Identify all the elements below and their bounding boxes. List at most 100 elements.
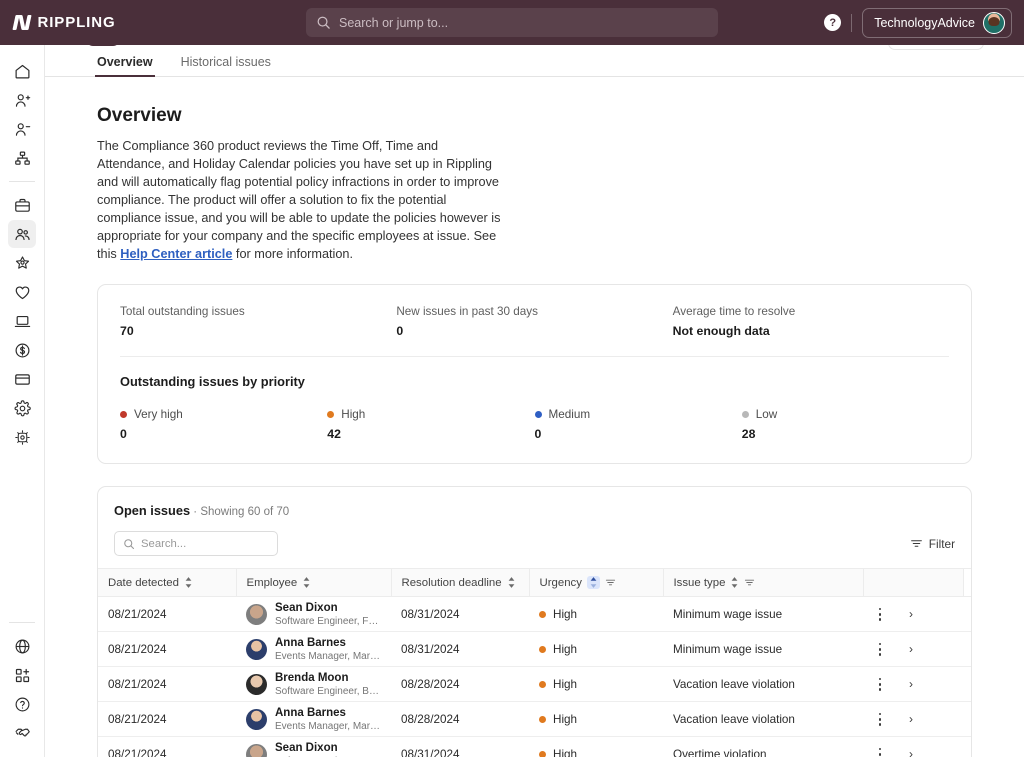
sidebar-item-add-app[interactable] <box>8 661 36 689</box>
column-header-issue-type[interactable]: Issue type <box>663 568 864 598</box>
priority-low: Low 28 <box>741 408 949 441</box>
sidebar-item-home[interactable] <box>8 57 36 85</box>
table-row[interactable]: 08/21/2024 Anna Barnes Events Manager, Mar… <box>98 701 971 738</box>
cell-date-detected: 08/21/2024 <box>98 736 236 757</box>
sidebar-item-recruiting[interactable] <box>8 191 36 219</box>
filter-label: Filter <box>928 536 955 551</box>
row-more-options-button[interactable] <box>873 747 887 757</box>
account-menu-button[interactable]: TechnologyAdvice <box>862 7 1012 38</box>
cell-urgency: High <box>529 701 663 738</box>
priority-value: 42 <box>327 427 341 442</box>
cell-issue-type: Overtime violation <box>663 736 863 757</box>
row-expand-chevron-icon[interactable]: › <box>909 677 913 691</box>
priority-label: Low <box>755 408 778 422</box>
priority-dot-icon <box>741 411 749 419</box>
open-issues-header: Open issues · Showing 60 of 70 <box>98 487 971 520</box>
rail-divider <box>9 181 35 182</box>
avatar <box>246 673 267 695</box>
avatar <box>246 743 267 757</box>
tab-overview[interactable]: Overview <box>95 55 155 77</box>
overview-text-before: The Compliance 360 product reviews the T… <box>97 139 501 262</box>
global-search-placeholder: Search or jump to... <box>339 15 449 30</box>
employee-name: Anna Barnes <box>275 636 346 649</box>
stat-label: New issues in past 30 days <box>396 305 538 319</box>
row-expand-chevron-icon[interactable]: › <box>909 747 913 757</box>
page-title: Overview <box>97 105 182 126</box>
sidebar-item-people[interactable] <box>8 220 36 248</box>
help-center-article-link[interactable]: Help Center article <box>120 247 232 261</box>
priority-medium: Medium 0 <box>534 408 742 442</box>
help-icon[interactable]: ? <box>824 14 842 31</box>
sidebar-item-devices[interactable] <box>8 307 36 335</box>
column-header-date-detected[interactable]: Date detected <box>98 568 237 598</box>
column-label: Employee <box>246 576 298 589</box>
column-filter-icon[interactable] <box>744 577 755 588</box>
urgency-dot-icon <box>539 750 546 757</box>
column-label: Resolution deadline <box>401 576 502 589</box>
column-header-resolution-deadline[interactable]: Resolution deadline <box>391 568 530 598</box>
sidebar-item-performance[interactable] <box>8 249 36 277</box>
row-more-options-button[interactable] <box>873 607 887 621</box>
row-more-options-button[interactable] <box>873 677 887 691</box>
rippling-logo[interactable]: RIPPLING <box>12 14 174 31</box>
issues-table: Date detected Employee Resolution deadli… <box>98 568 971 757</box>
column-filter-icon[interactable] <box>605 577 616 588</box>
tab-historical-issues[interactable]: Historical issues <box>181 55 271 76</box>
sidebar-item-global[interactable] <box>8 632 36 660</box>
row-expand-chevron-icon[interactable]: › <box>909 607 913 621</box>
priority-dot-icon <box>534 411 542 419</box>
priority-very-high: Very high 0 <box>120 408 327 441</box>
cell-date-detected: 08/21/2024 <box>98 631 236 668</box>
sort-icon <box>732 577 738 589</box>
star-badge-icon <box>15 255 29 269</box>
sidebar-item-hiring[interactable] <box>8 86 36 114</box>
sidebar-item-settings[interactable] <box>8 394 36 422</box>
sidebar-item-help[interactable] <box>8 690 36 718</box>
urgency-label: High <box>553 677 578 691</box>
cell-date-detected: 08/21/2024 <box>98 701 236 738</box>
column-header-urgency[interactable]: Urgency <box>529 568 664 598</box>
priority-label: Very high <box>134 408 183 422</box>
sidebar-item-org-chart[interactable] <box>8 144 36 172</box>
urgency-label: High <box>553 747 578 757</box>
priority-high: High 42 <box>327 408 534 441</box>
priority-value: 0 <box>534 427 542 442</box>
rippling-wordmark: RIPPLING <box>37 14 116 31</box>
table-row[interactable]: 08/21/2024Sean DixonSoftware Engineer, F… <box>98 736 971 757</box>
search-icon <box>124 538 135 549</box>
avatar <box>983 11 1005 34</box>
sidebar-item-apps[interactable] <box>8 423 36 451</box>
filter-button[interactable]: Filter <box>910 537 955 551</box>
cell-urgency: High <box>529 631 663 668</box>
dollar-icon <box>15 343 29 357</box>
row-more-options-button[interactable] <box>873 642 887 656</box>
issues-search-input[interactable]: Search... <box>114 531 278 557</box>
global-search-input[interactable]: Search or jump to... <box>306 8 718 37</box>
account-name-label: TechnologyAdvice <box>874 15 975 30</box>
cell-scroll-pad <box>963 596 971 633</box>
sidebar-item-benefits[interactable] <box>8 278 36 306</box>
cell-date-detected: 08/21/2024 <box>98 596 236 633</box>
row-more-options-button[interactable] <box>873 712 887 726</box>
table-row[interactable]: 08/21/2024 Anna Barnes Events Manager, Mar… <box>98 631 971 668</box>
cell-employee: Anna BarnesEvents Manager, Marketing <box>236 631 391 668</box>
row-expand-chevron-icon[interactable]: › <box>909 642 913 656</box>
cell-actions: › <box>863 631 963 668</box>
cell-employee: Sean DixonSoftware Engineer, Fronte... <box>236 736 391 757</box>
rail-divider-bottom <box>9 622 35 623</box>
column-label: Date detected <box>108 576 179 589</box>
table-row[interactable]: 08/21/2024Sean DixonSoftware Engineer, F… <box>98 596 971 633</box>
sidebar-item-offboarding[interactable] <box>8 115 36 143</box>
priority-label: High <box>341 408 366 422</box>
column-header-employee[interactable]: Employee <box>236 568 392 598</box>
sidebar-item-partners[interactable] <box>8 719 36 747</box>
home-icon <box>15 64 29 78</box>
urgency-dot-icon <box>539 680 546 688</box>
urgency-label: High <box>553 642 578 656</box>
row-expand-chevron-icon[interactable]: › <box>909 712 913 726</box>
table-row[interactable]: 08/21/2024 Brenda Moon Software Engineer, … <box>98 666 971 703</box>
sort-icon-active[interactable] <box>586 576 600 590</box>
sidebar-item-payroll[interactable] <box>8 336 36 364</box>
page-tabs: Overview Historical issues <box>45 45 1024 77</box>
sidebar-item-spend[interactable] <box>8 365 36 393</box>
